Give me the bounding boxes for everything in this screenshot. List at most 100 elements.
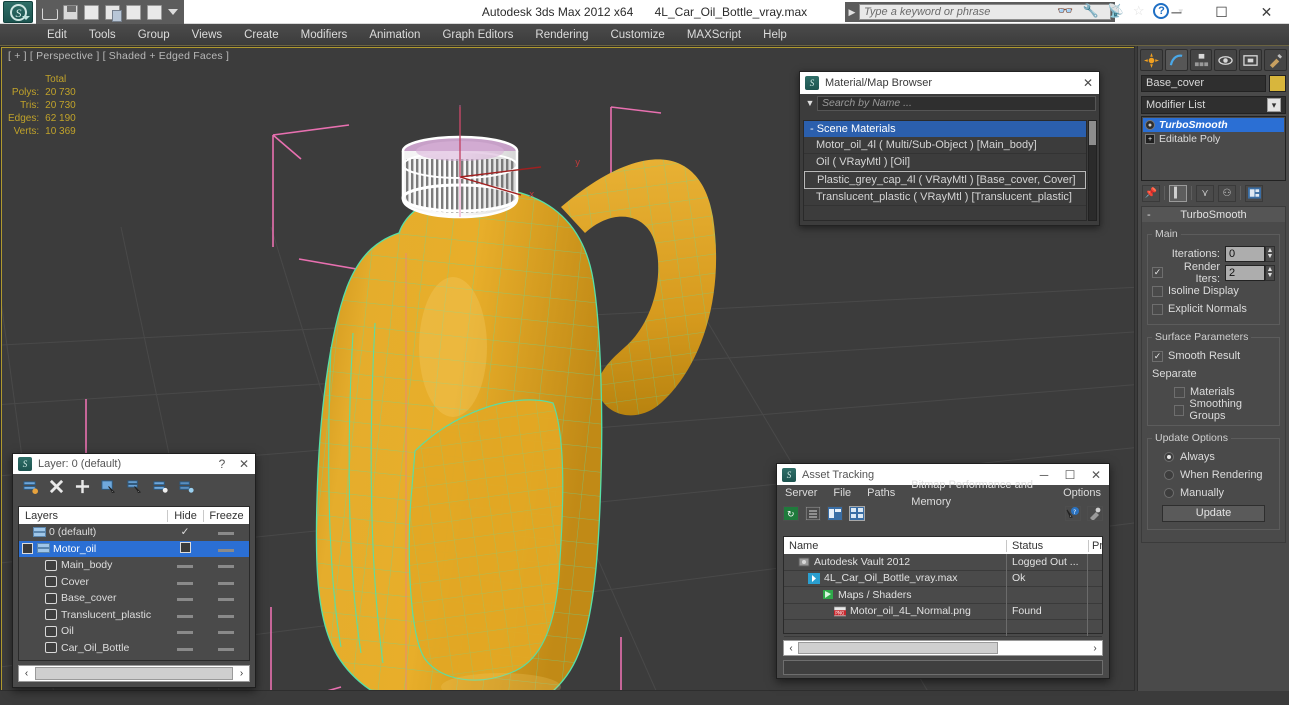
iterations-input[interactable]: 0 [1225,245,1265,262]
refresh-icon[interactable]: ↻ [783,505,799,521]
scene-materials-list[interactable]: - Scene Materials Motor_oil_4l ( Multi/S… [803,120,1087,221]
update-option-when-rendering[interactable]: When Rendering [1152,467,1275,483]
hide-cell[interactable] [167,609,203,621]
freeze-cell[interactable] [203,592,249,604]
object-name-field[interactable]: Base_cover [1141,75,1266,92]
detail-view-icon[interactable] [827,505,843,521]
freeze-cell[interactable] [203,625,249,637]
layer-manager-dialog[interactable]: S Layer: 0 (default) ? ✕ Layers Hide Fre… [12,453,256,688]
properties-icon[interactable] [1087,505,1103,521]
menu-item-help[interactable]: Help [752,24,798,46]
close-button[interactable]: ✕ [1244,0,1289,24]
menu-item-maxscript[interactable]: MAXScript [676,24,752,46]
freeze-cell[interactable] [203,576,249,588]
search-binoculars-icon[interactable]: 👓 [1057,3,1073,19]
asset-horizontal-scrollbar[interactable]: ‹ › [783,640,1103,656]
modify-tab-icon[interactable] [1164,49,1188,71]
explicit-normals-row[interactable]: Explicit Normals [1152,301,1275,317]
menu-item-graph-editors[interactable]: Graph Editors [431,24,524,46]
layer-row[interactable]: Cover [19,574,249,591]
close-icon[interactable]: ✕ [1077,76,1099,90]
scrollbar-thumb[interactable] [1089,121,1096,145]
highlight-selected-icon[interactable] [153,479,168,494]
scrollbar-thumb[interactable] [35,667,233,680]
asset-row[interactable]: Maps / Shaders [784,586,1102,604]
stack-item-turbosmooth[interactable]: ● TurboSmooth [1143,118,1284,132]
remove-modifier-icon[interactable]: ⚇ [1218,184,1236,202]
smoothing-groups-checkbox[interactable] [1174,404,1185,416]
layer-row[interactable]: Car_Oil_Bottle [19,640,249,657]
asset-row[interactable]: PNG Motor_oil_4L_Normal.png Found [784,603,1102,620]
scroll-right-icon[interactable]: › [1088,643,1102,654]
hide-cell[interactable]: ✓ [167,526,203,538]
menu-item-bitmap-performance[interactable]: Bitmap Performance and Memory [903,477,1055,511]
scroll-right-icon[interactable]: › [234,668,249,679]
modifier-stack[interactable]: ● TurboSmooth + Editable Poly [1141,116,1286,181]
menu-item-group[interactable]: Group [127,24,181,46]
new-icon[interactable] [84,4,99,20]
select-objects-icon[interactable] [101,479,116,494]
material-map-browser-dialog[interactable]: S Material/Map Browser ✕ ▼ Search by Nam… [799,71,1100,226]
hide-layer-icon[interactable] [179,479,194,494]
smooth-result-row[interactable]: Smooth Result [1152,348,1275,364]
menu-item-create[interactable]: Create [233,24,290,46]
save-icon[interactable] [63,4,78,20]
update-option-always[interactable]: Always [1152,449,1275,465]
manually-radio[interactable] [1164,488,1174,498]
render-iters-input[interactable]: 2 [1225,264,1265,281]
asset-row[interactable]: Autodesk Vault 2012 Logged Out ... [784,553,1102,571]
materials-checkbox[interactable] [1174,386,1185,398]
grid-view-icon[interactable] [849,505,865,521]
save-as-icon[interactable] [105,4,122,22]
freeze-cell[interactable] [203,609,249,621]
make-unique-icon[interactable]: ⋎ [1196,184,1214,202]
asset-tracking-dialog[interactable]: S Asset Tracking ─ ☐ ✕ Server File Paths… [776,463,1110,679]
close-icon[interactable]: ✕ [233,457,255,471]
explicit-normals-checkbox[interactable] [1152,303,1163,315]
create-tab-icon[interactable] [1140,49,1163,71]
material-item[interactable]: Motor_oil_4l ( Multi/Sub-Object ) [Main_… [804,137,1086,154]
hide-cell[interactable] [167,541,203,556]
close-button[interactable]: ✕ [1083,468,1109,482]
menu-item-options[interactable]: Options [1055,485,1109,502]
rollout-collapse-icon[interactable]: - [1147,209,1151,221]
material-item[interactable]: Oil ( VRayMtl ) [Oil] [804,154,1086,171]
minimize-button[interactable]: ─ [1154,0,1199,24]
modifier-list-dropdown[interactable]: Modifier List ▾ [1141,96,1286,114]
configure-modifier-sets-icon[interactable] [1245,184,1263,202]
smoothing-groups-row[interactable]: Smoothing Groups [1152,398,1275,422]
undo-icon[interactable] [126,4,141,20]
maximize-button[interactable]: ☐ [1199,0,1244,24]
always-radio[interactable] [1164,452,1174,462]
menu-item-modifiers[interactable]: Modifiers [290,24,359,46]
hierarchy-tab-icon[interactable] [1189,49,1213,71]
asset-list[interactable]: Name Status Pr Autodesk Vault 2012 Logge… [783,536,1103,637]
smooth-result-checkbox[interactable] [1152,350,1163,362]
menu-item-file[interactable]: File [825,485,859,502]
subscription-wrench-icon[interactable]: 🔧 [1082,3,1098,19]
iterations-spinner[interactable]: ▲ ▼ [1265,245,1275,262]
redo-icon[interactable] [147,4,162,20]
menu-item-edit[interactable]: Edit [36,24,78,46]
menu-item-rendering[interactable]: Rendering [524,24,599,46]
scroll-left-icon[interactable]: ‹ [19,668,34,679]
update-button[interactable]: Update [1162,505,1265,522]
material-search-input[interactable]: Search by Name ... [817,95,1096,111]
isoline-display-checkbox[interactable] [1152,285,1163,297]
viewport-label[interactable]: [ + ] [ Perspective ] [ Shaded + Edged F… [8,50,229,62]
layer-row[interactable]: Translucent_plastic [19,607,249,624]
chevron-down-icon[interactable]: ▾ [1267,98,1281,112]
freeze-cell[interactable] [203,559,249,571]
maximize-button[interactable]: ☐ [1057,468,1083,482]
help-icon[interactable]: ? [211,457,233,471]
material-item-selected[interactable]: Plastic_grey_cap_4l ( VRayMtl ) [Base_co… [804,171,1086,189]
stack-item-editable-poly[interactable]: + Editable Poly [1143,132,1284,146]
layer-row[interactable]: Base_cover [19,590,249,607]
pin-stack-icon[interactable]: 📌 [1142,184,1160,202]
show-end-result-icon[interactable]: ▍ [1169,184,1187,202]
open-icon[interactable] [42,5,58,20]
light-bulb-icon[interactable]: ● [1145,120,1155,130]
menu-item-views[interactable]: Views [181,24,233,46]
when-rendering-radio[interactable] [1164,470,1174,480]
layer-row[interactable]: Oil [19,623,249,640]
